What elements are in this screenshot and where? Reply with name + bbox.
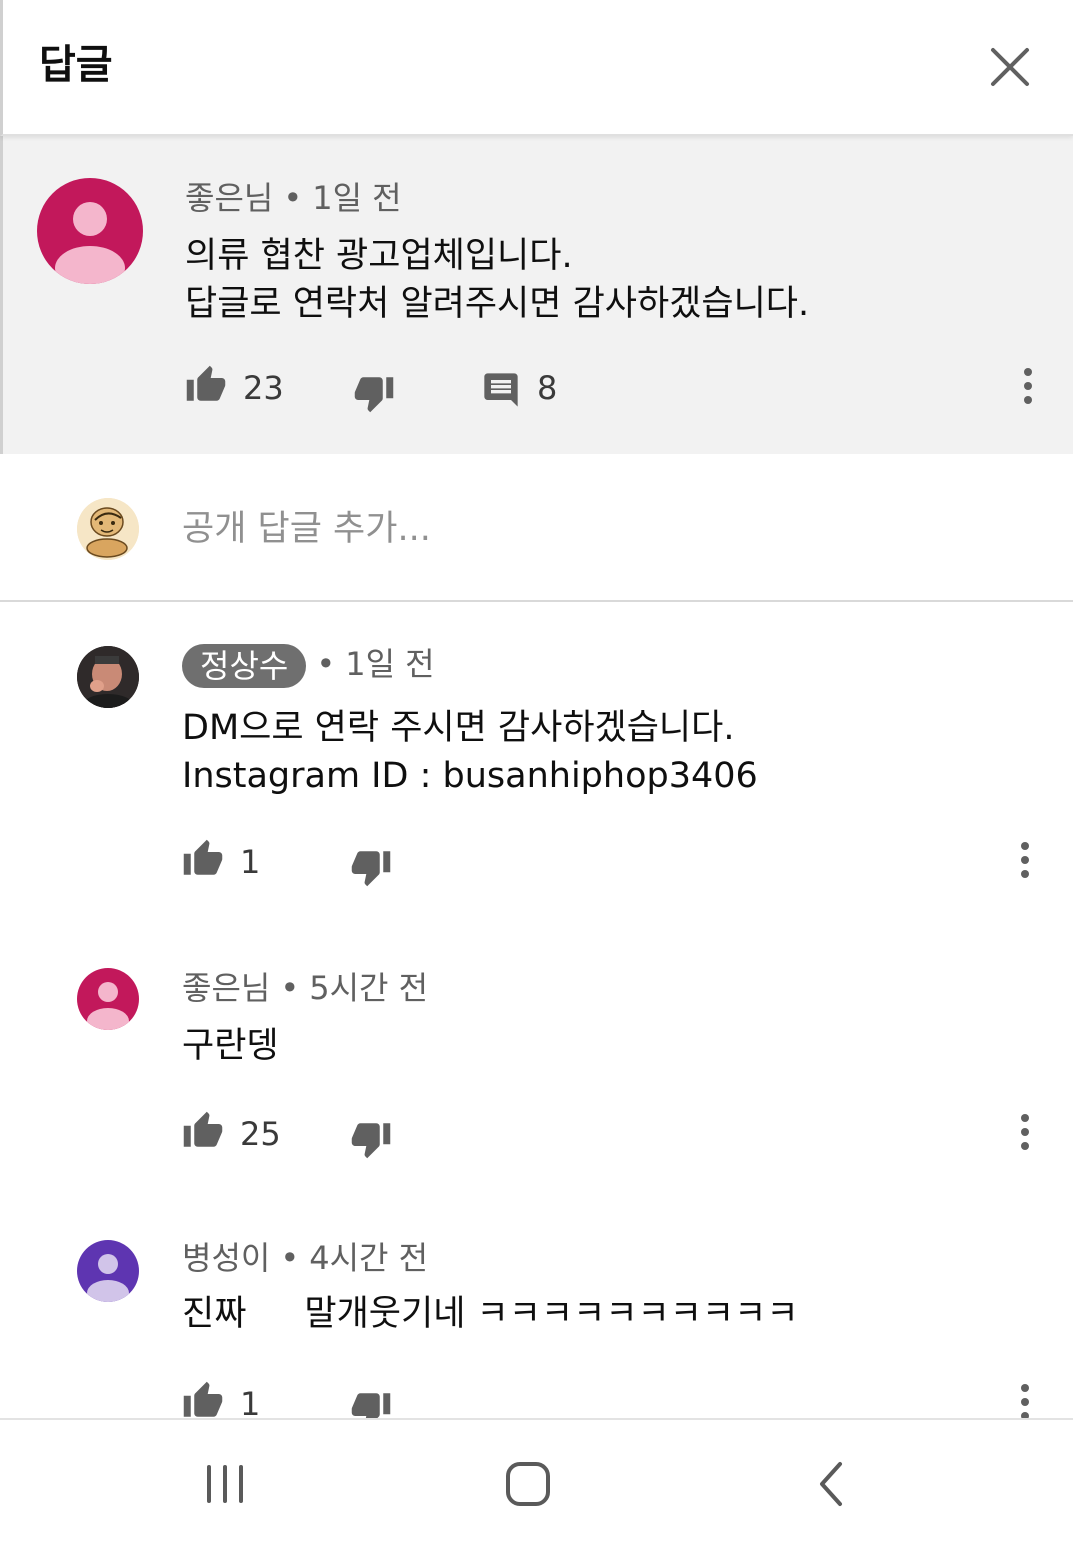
replies-header: 답글: [0, 0, 1073, 136]
comment-meta: 병성이 • 4시간 전: [182, 1238, 428, 1278]
dislike-button[interactable]: [353, 372, 395, 418]
comment-author[interactable]: 좋은님: [182, 969, 270, 1007]
comment-text: 의류 협찬 광고업체입니다. 답글로 연락처 알려주시면 감사하겠습니다.: [185, 232, 809, 328]
comment-text-suffix: 말개웃기네 ㅋㅋㅋㅋㅋㅋㅋㅋㅋㅋ: [304, 1294, 799, 1334]
meta-separator: •: [280, 969, 300, 1007]
meta-separator: •: [316, 645, 336, 683]
comment-author[interactable]: 병성이: [182, 1239, 270, 1277]
comment-time: 1일 전: [312, 179, 402, 217]
replies-panel: 답글 좋은님 • 1일 전 의류 협찬 광고업체입니다. 답글로 연락처 알려주시면…: [0, 0, 1073, 1547]
thumbs-up-icon: [186, 365, 226, 401]
comment-text: 진짜 말개웃기네 ㅋㅋㅋㅋㅋㅋㅋㅋㅋㅋ: [182, 1290, 799, 1338]
more-vert-icon: [1021, 1114, 1029, 1150]
more-options-button[interactable]: [1008, 840, 1042, 884]
like-button[interactable]: [185, 364, 227, 410]
redacted-segment: [246, 1295, 305, 1335]
avatar[interactable]: [77, 968, 139, 1030]
thumbs-down-icon: [354, 377, 394, 413]
comment-time: 5시간 전: [309, 969, 429, 1007]
system-nav-bar: [0, 1418, 1073, 1547]
avatar[interactable]: [37, 178, 143, 284]
reply-button[interactable]: [481, 370, 521, 414]
reply-input[interactable]: [182, 504, 1002, 554]
meta-separator: •: [280, 1239, 300, 1277]
like-button[interactable]: [182, 1110, 224, 1156]
avatar[interactable]: [77, 646, 139, 708]
comment-text-line: 의류 협찬 광고업체입니다.: [185, 236, 573, 276]
thumbs-down-icon: [351, 851, 391, 887]
more-options-button[interactable]: [1011, 366, 1045, 410]
more-vert-icon: [1021, 842, 1029, 878]
comment-meta: 좋은님 • 5시간 전: [182, 968, 428, 1008]
more-options-button[interactable]: [1008, 1112, 1042, 1156]
comment-actions: 1: [182, 838, 1052, 888]
thumbs-up-icon: [183, 1381, 223, 1417]
person-icon: [55, 202, 125, 284]
page-title: 답글: [39, 42, 113, 88]
home-icon: [506, 1462, 550, 1506]
comment-meta: 좋은님 • 1일 전: [185, 178, 402, 218]
comment-time: 1일 전: [345, 645, 435, 683]
recents-button[interactable]: [190, 1450, 260, 1520]
comment-icon: [484, 373, 518, 407]
avatar[interactable]: [77, 1240, 139, 1302]
home-button[interactable]: [493, 1450, 563, 1520]
add-reply-row: [0, 454, 1073, 602]
comment-text-line: 구란뎅: [182, 1026, 279, 1066]
comment-text-line: 답글로 연락처 알려주시면 감사하겠습니다.: [185, 284, 810, 324]
like-button[interactable]: [182, 838, 224, 884]
dislike-button[interactable]: [350, 846, 392, 892]
like-count: 25: [240, 1115, 281, 1153]
back-button[interactable]: [796, 1450, 866, 1520]
dislike-button[interactable]: [350, 1118, 392, 1164]
comment-text: 구란뎅: [182, 1022, 279, 1070]
comment-author-chip[interactable]: 정상수: [182, 644, 307, 688]
back-icon: [820, 1462, 842, 1506]
person-icon: [87, 982, 129, 1030]
close-button[interactable]: [985, 42, 1035, 92]
comment-text-line: DM으로 연락 주시면 감사하겠습니다.: [182, 708, 735, 748]
thumbs-up-icon: [183, 839, 223, 875]
person-icon: [87, 1254, 129, 1302]
comment-author[interactable]: 좋은님: [185, 179, 273, 217]
more-vert-icon: [1024, 368, 1032, 404]
cartoon-avatar-icon: [77, 498, 139, 560]
more-vert-icon: [1021, 1384, 1029, 1420]
person-photo-icon: [77, 646, 139, 708]
meta-separator: •: [283, 179, 303, 217]
like-count: 1: [240, 843, 261, 881]
comment-time: 4시간 전: [309, 1239, 429, 1277]
reply-count: 8: [537, 369, 558, 407]
comment-actions: 23 8: [185, 364, 1055, 414]
recents-icon: [207, 1465, 243, 1503]
comment-text-prefix: 진짜: [182, 1294, 247, 1334]
avatar: [77, 498, 139, 560]
comment-text: DM으로 연락 주시면 감사하겠습니다. Instagram ID : busa…: [182, 704, 758, 800]
thumbs-down-icon: [351, 1123, 391, 1159]
like-count: 23: [243, 369, 284, 407]
close-icon: [991, 48, 1029, 86]
comment-text-line: Instagram ID : busanhiphop3406: [182, 756, 758, 796]
comment-actions: 25: [182, 1110, 1052, 1160]
main-comment: 좋은님 • 1일 전 의류 협찬 광고업체입니다. 답글로 연락처 알려주시면 감사…: [0, 136, 1073, 454]
comment-meta: 정상수 • 1일 전: [182, 644, 435, 688]
thumbs-up-icon: [183, 1111, 223, 1147]
